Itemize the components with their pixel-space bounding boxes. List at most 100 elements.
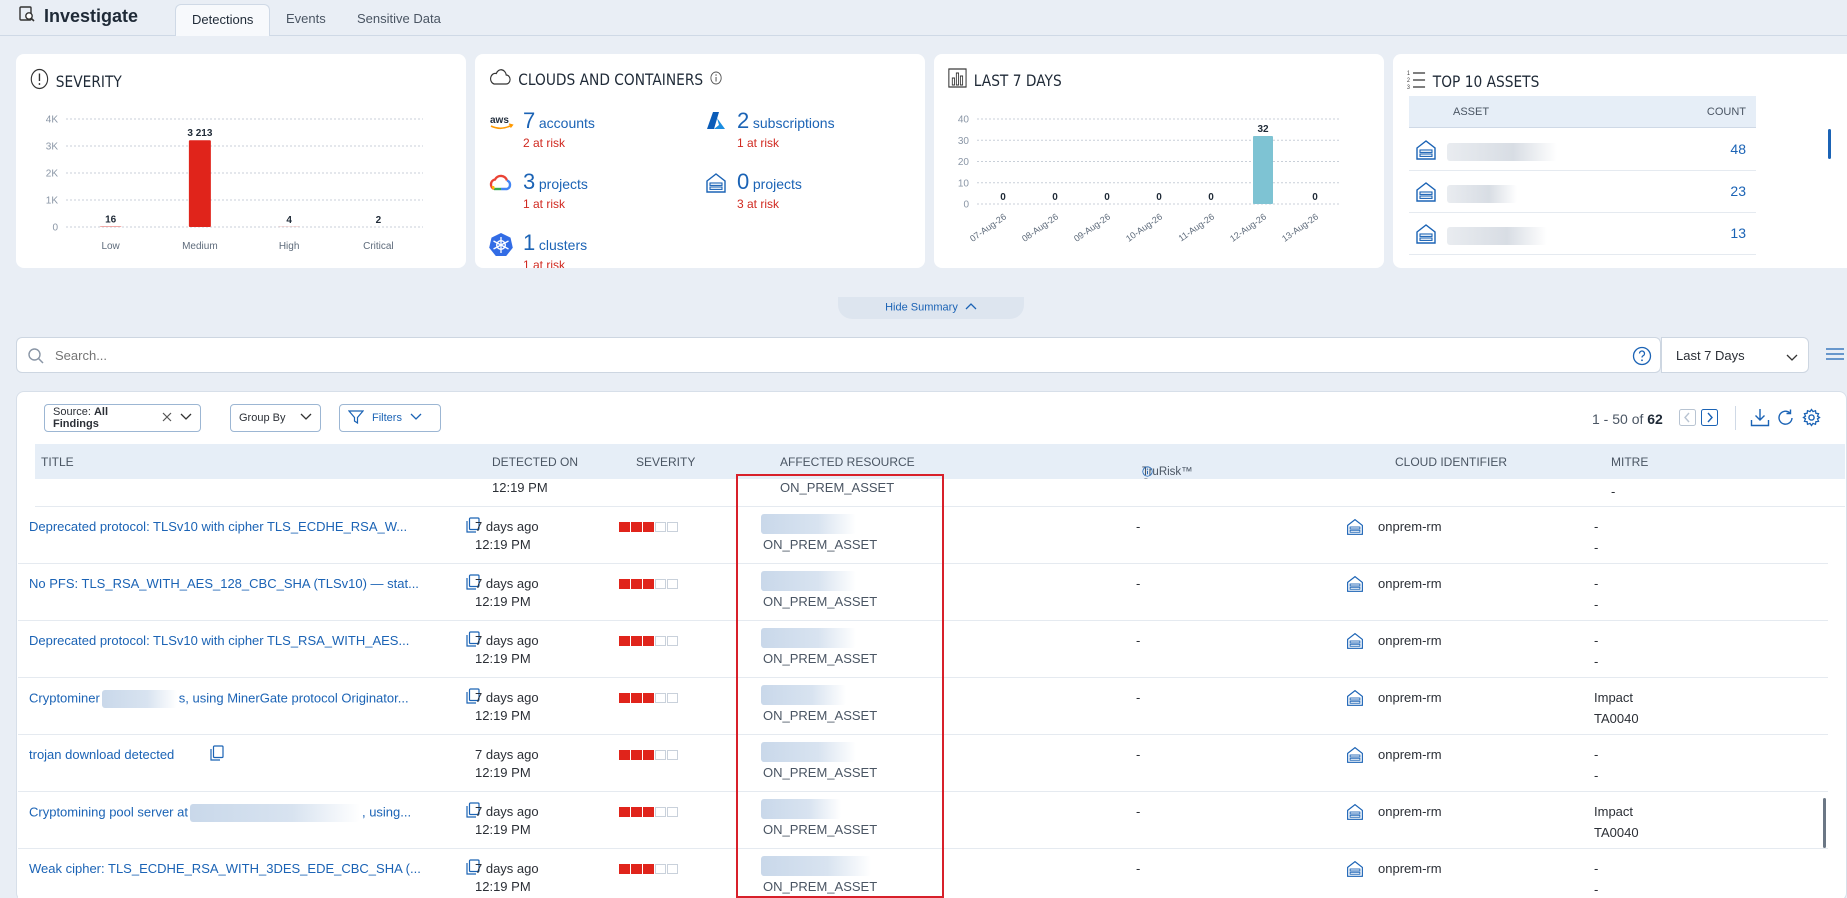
aws-accounts[interactable]: aws 7 accounts 2 at risk bbox=[489, 108, 595, 151]
finding-title-link[interactable]: Cryptomining pool server at , using... bbox=[29, 804, 411, 822]
mitre-id: - bbox=[1594, 597, 1599, 612]
onprem-count: 0 bbox=[737, 169, 750, 194]
detected-time: 12:19 PM bbox=[475, 822, 531, 837]
next-page-icon[interactable] bbox=[1701, 409, 1718, 429]
svg-text:2: 2 bbox=[1407, 78, 1410, 84]
onprem-asset-icon bbox=[1415, 223, 1437, 248]
aws-count: 7 bbox=[523, 108, 536, 133]
azure-subscriptions[interactable]: 2 subscriptions 1 at risk bbox=[705, 109, 835, 150]
trurisk-score: - bbox=[1136, 747, 1141, 762]
onprem-projects[interactable]: 0 projects 3 at risk bbox=[705, 170, 802, 211]
y-tick-label: 20 bbox=[958, 157, 970, 168]
severity-card: SEVERITY 0 1K 2K 3K 4K 16 Low 3 213 Medium 4 High 2… bbox=[16, 54, 466, 268]
top-bar: Investigate Detections Events Sensitive … bbox=[0, 0, 1847, 36]
gcp-icon bbox=[489, 174, 515, 195]
y-tick-label: 30 bbox=[958, 136, 970, 147]
x-tick-label: 07-Aug-26 bbox=[968, 211, 1008, 243]
refresh-icon[interactable] bbox=[1777, 408, 1795, 430]
detected-ago: 7 days ago bbox=[475, 690, 539, 705]
table-scrollbar[interactable] bbox=[1823, 798, 1826, 848]
top-asset-row[interactable]: 48 bbox=[1409, 129, 1756, 171]
menu-icon[interactable] bbox=[1824, 346, 1844, 365]
kubernetes-icon bbox=[489, 232, 515, 259]
asset-count[interactable]: 13 bbox=[1730, 225, 1746, 241]
help-icon[interactable] bbox=[1632, 346, 1652, 369]
severity-indicator bbox=[619, 807, 678, 817]
tab-events[interactable]: Events bbox=[270, 4, 342, 36]
bar bbox=[188, 140, 211, 227]
data-label: 0 bbox=[1156, 192, 1162, 203]
prev-page-icon[interactable] bbox=[1679, 409, 1696, 429]
column-cloud-identifier[interactable]: CLOUD IDENTIFIER bbox=[1395, 455, 1507, 469]
mitre-value: - bbox=[1611, 484, 1616, 499]
filters-button[interactable]: Filters bbox=[339, 404, 441, 432]
tab-detections[interactable]: Detections bbox=[175, 4, 271, 36]
gcp-label: projects bbox=[538, 176, 588, 192]
column-mitre[interactable]: MITRE bbox=[1611, 455, 1648, 469]
top-assets-scrollbar[interactable] bbox=[1828, 129, 1831, 159]
kubernetes-label: clusters bbox=[538, 237, 588, 253]
cloud-icon bbox=[489, 68, 511, 90]
cloud-identifier: onprem-rm bbox=[1378, 690, 1442, 705]
info-icon[interactable] bbox=[1142, 466, 1153, 480]
gcp-projects[interactable]: 3 projects 1 at risk bbox=[489, 170, 588, 211]
kubernetes-clusters[interactable]: 1 clusters 1 at risk bbox=[489, 231, 587, 268]
finding-title-link[interactable]: Cryptominer s, using MinerGate protocol O… bbox=[29, 690, 409, 708]
top-asset-row[interactable]: 23 bbox=[1409, 171, 1756, 213]
asset-count[interactable]: 23 bbox=[1730, 183, 1746, 199]
hide-summary-button[interactable]: Hide Summary bbox=[838, 297, 1024, 319]
title-part: Cryptomining pool server at bbox=[29, 804, 188, 820]
date-range-select[interactable]: Last 7 Days bbox=[1661, 337, 1809, 373]
onprem-asset-icon bbox=[1415, 139, 1437, 164]
column-severity[interactable]: SEVERITY bbox=[636, 455, 695, 469]
close-icon[interactable] bbox=[162, 412, 172, 425]
onprem-icon bbox=[1346, 575, 1364, 596]
detected-ago: 7 days ago bbox=[475, 519, 539, 534]
finding-title-link[interactable]: Deprecated protocol: TLSv10 with cipher … bbox=[29, 633, 409, 648]
column-title[interactable]: TITLE bbox=[41, 455, 74, 469]
data-label: 3 213 bbox=[187, 128, 212, 139]
title-part: s, using MinerGate protocol Originator..… bbox=[178, 690, 409, 706]
severity-indicator bbox=[619, 693, 678, 703]
date-range-value: Last 7 Days bbox=[1676, 348, 1745, 363]
mitre-tactic: - bbox=[1594, 747, 1599, 762]
tab-sensitive-data[interactable]: Sensitive Data bbox=[341, 4, 457, 36]
finding-title-link[interactable]: Deprecated protocol: TLSv10 with cipher … bbox=[29, 519, 407, 534]
search-bar bbox=[16, 337, 1661, 373]
onprem-asset-icon bbox=[1415, 181, 1437, 206]
finding-title-link[interactable]: trojan download detected bbox=[29, 747, 174, 762]
column-detected-on[interactable]: DETECTED ON bbox=[492, 455, 578, 469]
trurisk-score: - bbox=[1136, 519, 1141, 534]
asset-count[interactable]: 48 bbox=[1730, 141, 1746, 157]
group-by-dropdown[interactable]: Group By bbox=[230, 404, 321, 432]
cloud-identifier: onprem-rm bbox=[1378, 576, 1442, 591]
severity-indicator bbox=[619, 636, 678, 646]
aws-risk: 2 at risk bbox=[523, 136, 566, 150]
finding-title-link[interactable]: Weak cipher: TLS_ECDHE_RSA_WITH_3DES_EDE… bbox=[29, 861, 421, 876]
onprem-icon bbox=[1346, 632, 1364, 653]
finding-title-link[interactable]: No PFS: TLS_RSA_WITH_AES_128_CBC_SHA (TL… bbox=[29, 576, 419, 591]
column-affected-resource[interactable]: AFFECTED RESOURCE bbox=[780, 455, 915, 469]
top-assets-title: TOP 10 ASSETS bbox=[1432, 71, 1540, 91]
onprem-icon bbox=[1346, 689, 1364, 710]
x-tick-label: 09-Aug-26 bbox=[1072, 211, 1112, 243]
trurisk-score: - bbox=[1136, 633, 1141, 648]
source-filter-chip[interactable]: Source: All Findings bbox=[44, 404, 201, 432]
top-asset-row[interactable]: 13 bbox=[1409, 213, 1756, 255]
detected-time: 12:19 PM bbox=[475, 537, 531, 552]
hide-summary-label: Hide Summary bbox=[885, 301, 958, 314]
copy-icon[interactable] bbox=[210, 745, 224, 764]
data-label: 0 bbox=[1312, 192, 1318, 203]
detected-time: 12:19 PM bbox=[475, 765, 531, 780]
settings-gear-icon[interactable] bbox=[1802, 408, 1821, 430]
title-part: Cryptominer bbox=[29, 690, 100, 706]
download-icon[interactable] bbox=[1750, 408, 1770, 430]
x-tick-label: Low bbox=[101, 241, 120, 252]
x-tick-label: 08-Aug-26 bbox=[1020, 211, 1060, 243]
y-tick-label: 40 bbox=[958, 115, 970, 126]
mitre-tactic: - bbox=[1594, 861, 1599, 876]
gcp-risk: 1 at risk bbox=[523, 197, 566, 211]
search-input[interactable] bbox=[55, 344, 1625, 366]
info-icon[interactable] bbox=[710, 70, 722, 89]
svg-text:1: 1 bbox=[1407, 71, 1410, 77]
